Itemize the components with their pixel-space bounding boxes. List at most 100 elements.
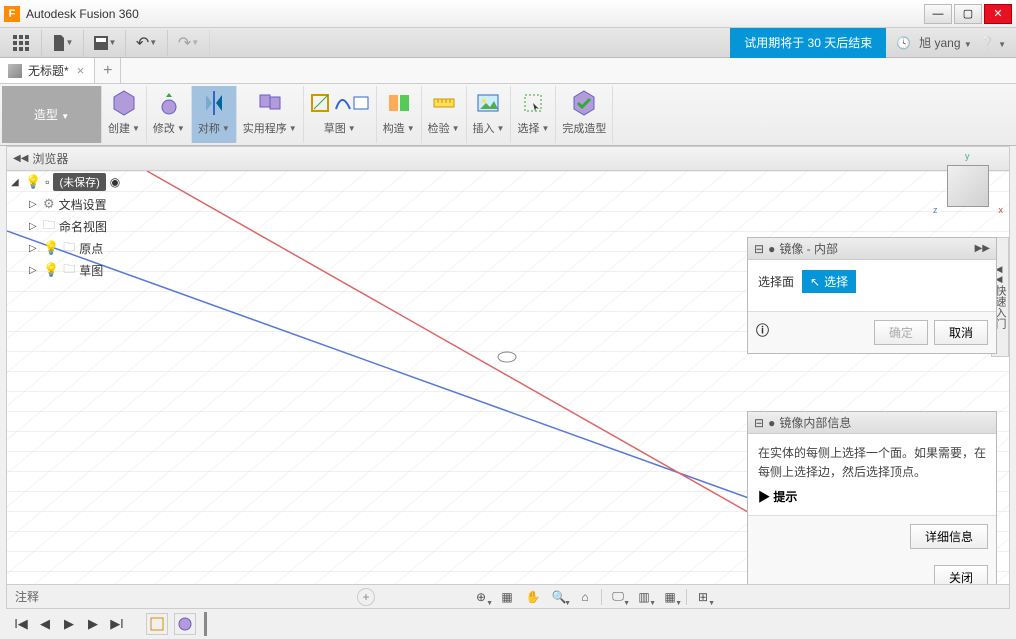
app-icon: F (4, 6, 20, 22)
tree-item-settings[interactable]: ▷ ⚙ 文档设置 (25, 193, 207, 215)
expand-icon[interactable]: ▷ (29, 199, 39, 210)
collapse-icon[interactable]: ◀◀ (13, 153, 28, 164)
trial-banner[interactable]: 试用期将于 30 天后结束 (730, 28, 886, 58)
timeline-end-button[interactable]: ▶I (108, 615, 126, 633)
maximize-button[interactable]: ▢ (954, 4, 982, 24)
timeline-next-button[interactable]: ▶ (84, 615, 102, 633)
cancel-button[interactable]: 取消 (934, 320, 988, 345)
pan-icon[interactable]: ✋ (523, 588, 543, 606)
file-button[interactable]: ▼ (42, 30, 84, 56)
workspace-area: ◀◀ 浏览器 y z x ◢ 💡 ▫ (未保存) ◉ ▷ ⚙ 文档设置 (6, 146, 1010, 609)
minimize-icon[interactable]: ● (768, 416, 775, 430)
hint-toggle[interactable]: ▶ 提示 (758, 488, 986, 505)
fit-icon[interactable]: ⌂ (575, 588, 595, 606)
ribbon-finish[interactable]: 完成造型 (556, 86, 613, 143)
tree-root[interactable]: ◢ 💡 ▫ (未保存) ◉ (7, 171, 207, 193)
ribbon-insert[interactable]: 插入▼ (467, 86, 512, 143)
expand-icon[interactable]: ▷ (29, 265, 39, 276)
tab-close-icon[interactable]: × (75, 63, 87, 78)
root-label: (未保存) (53, 173, 105, 191)
box-icon (110, 88, 138, 120)
expand-icon[interactable]: ▷ (29, 221, 39, 232)
ok-button[interactable]: 确定 (874, 320, 928, 345)
ribbon-select[interactable]: 选择▼ (511, 86, 556, 143)
timeline-feature-sketch[interactable] (146, 613, 168, 635)
item-label: 草图 (79, 262, 103, 279)
user-menu[interactable]: 旭 yang ▼ (919, 34, 972, 51)
construct-icon (385, 88, 413, 120)
finish-icon (570, 88, 598, 120)
app-title: Autodesk Fusion 360 (26, 7, 924, 21)
tree-item-origin[interactable]: ▷ 💡 🗀 原点 (25, 237, 207, 259)
dialog-header[interactable]: ⊟ ● 镜像内部信息 (748, 412, 996, 434)
timeline-play-button[interactable]: ▶ (60, 615, 78, 633)
viewcube[interactable]: y z x (933, 151, 1003, 221)
mirror-icon (200, 88, 228, 120)
tab-add-button[interactable]: + (95, 58, 121, 83)
timeline-feature-body[interactable] (174, 613, 196, 635)
zoom-icon[interactable]: 🔍▼ (549, 588, 569, 606)
info-icon[interactable]: ⓘ (756, 320, 769, 345)
ribbon-modify[interactable]: 修改▼ (147, 86, 192, 143)
data-panel-button[interactable] (0, 30, 42, 56)
save-button[interactable]: ▼ (84, 30, 126, 56)
expand-icon[interactable]: ▶▶ (975, 243, 990, 254)
minimize-icon[interactable]: ● (768, 242, 775, 256)
lookat-icon[interactable]: ▦ (497, 588, 517, 606)
folder-icon: 🗀 (63, 238, 75, 259)
add-comment-button[interactable]: + (357, 588, 375, 606)
timeline-slider[interactable] (204, 612, 207, 636)
select-button[interactable]: ↖ 选择 (802, 270, 856, 293)
browser-title: 浏览器 (32, 150, 68, 167)
display-icon[interactable]: 🖵▼ (608, 588, 628, 606)
component-icon: ▫ (45, 175, 49, 189)
cube-icon (8, 64, 22, 78)
ribbon-inspect[interactable]: 检验▼ (422, 86, 467, 143)
radio-icon[interactable]: ◉ (110, 175, 120, 189)
axis-x-label: x (999, 205, 1004, 215)
workspace-switcher[interactable]: 造型 ▼ (2, 86, 102, 143)
help-button[interactable]: ❔ ▼ (980, 36, 1006, 50)
minimize-button[interactable]: — (924, 4, 952, 24)
tab-document[interactable]: 无标题* × (0, 58, 95, 83)
ribbon-create[interactable]: 创建▼ (102, 86, 147, 143)
viewcube-face[interactable] (947, 165, 989, 207)
bulb-icon[interactable]: 💡 (43, 262, 59, 278)
tree-item-sketches[interactable]: ▷ 💡 🗀 草图 (25, 259, 207, 281)
bulb-icon[interactable]: 💡 (43, 240, 59, 256)
tree-item-views[interactable]: ▷ 🗀 命名视图 (25, 215, 207, 237)
orbit-icon[interactable]: ⊕▼ (471, 588, 491, 606)
tabstrip: 无标题* × + (0, 58, 1016, 84)
item-label: 原点 (79, 240, 103, 257)
ribbon-sketch[interactable]: 草图▼ (304, 86, 377, 143)
ribbon-construct[interactable]: 构造▼ (377, 86, 422, 143)
dialog-header[interactable]: ⊟ ● 镜像 - 内部 ▶▶ (748, 238, 996, 260)
activity-icon[interactable]: 🕓 (896, 36, 911, 50)
sketch-icon (310, 88, 370, 120)
bulb-icon[interactable]: 💡 (25, 174, 41, 190)
expand-icon[interactable]: ◢ (11, 177, 21, 188)
collapse-icon[interactable]: ⊟ (754, 416, 764, 430)
redo-button[interactable]: ↷ ▼ (168, 30, 210, 56)
collapse-icon[interactable]: ⊟ (754, 242, 764, 256)
close-button[interactable]: ✕ (984, 4, 1012, 24)
comment-label: 注释 (15, 588, 39, 605)
axis-y-label: y (965, 151, 970, 161)
main-toolbar: ▼ ▼ ↶ ▼ ↷ ▼ 试用期将于 30 天后结束 🕓 旭 yang ▼ ❔ ▼ (0, 28, 1016, 58)
folder-icon: 🗀 (43, 216, 55, 237)
undo-button[interactable]: ↶ ▼ (126, 30, 168, 56)
timeline-start-button[interactable]: I◀ (12, 615, 30, 633)
item-label: 命名视图 (59, 218, 107, 235)
timeline-prev-button[interactable]: ◀ (36, 615, 54, 633)
tab-label: 无标题* (28, 62, 69, 79)
expand-icon[interactable]: ▷ (29, 243, 39, 254)
axis-z-label: z (933, 205, 938, 215)
effects-icon[interactable]: ▥▼ (634, 588, 654, 606)
details-button[interactable]: 详细信息 (910, 524, 988, 549)
grid-icon[interactable]: ▦▼ (660, 588, 680, 606)
ruler-icon (430, 88, 458, 120)
viewport-icon[interactable]: ⊞▼ (693, 588, 713, 606)
ribbon-symmetry[interactable]: 对称▼ (192, 86, 237, 143)
dialog-title: 镜像 - 内部 (779, 240, 970, 257)
ribbon-utilities[interactable]: 实用程序▼ (237, 86, 304, 143)
